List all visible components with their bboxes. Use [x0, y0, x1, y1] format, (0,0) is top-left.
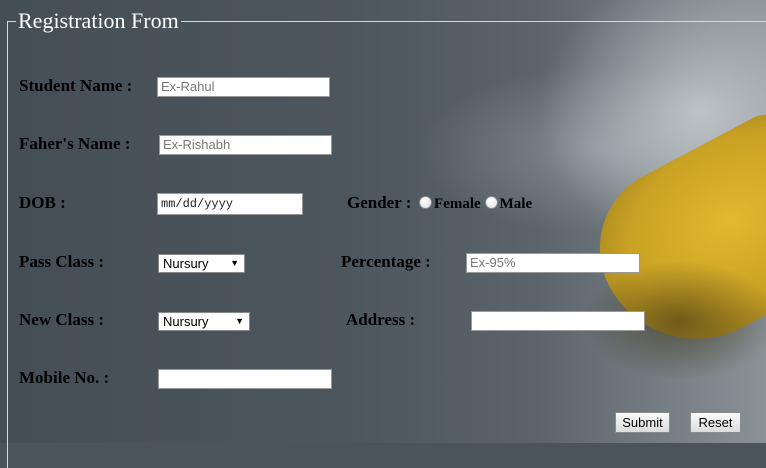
chevron-down-icon: ▼	[235, 316, 244, 326]
address-label: Address :	[346, 310, 416, 329]
gender-female-radio[interactable]	[419, 196, 432, 209]
dob-input[interactable]: mm/dd/yyyy	[157, 193, 303, 215]
student-name-label: Student Name :	[19, 76, 133, 95]
mobile-label: Mobile No. :	[19, 368, 110, 387]
reset-button[interactable]: Reset	[690, 412, 741, 433]
father-name-input[interactable]: Ex-Rishabh	[159, 135, 332, 155]
address-input[interactable]	[471, 311, 645, 331]
submit-button[interactable]: Submit	[615, 412, 670, 433]
pass-class-label: Pass Class :	[19, 252, 105, 271]
father-name-label: Faher's Name :	[19, 134, 131, 153]
gender-male-radio[interactable]	[484, 196, 498, 209]
new-class-label: New Class :	[19, 310, 104, 329]
dob-label: DOB :	[19, 193, 66, 212]
gender-female-label: Female	[434, 196, 481, 212]
new-class-selected-value: Nursury	[163, 314, 209, 329]
mobile-input[interactable]	[158, 369, 332, 389]
chevron-down-icon: ▼	[230, 258, 239, 268]
form-legend: Registration From	[18, 8, 179, 33]
gender-male-label: Male	[499, 196, 533, 212]
pass-class-select[interactable]: Nursury ▼	[158, 254, 245, 273]
student-name-input[interactable]: Ex-Rahul	[157, 77, 330, 97]
gender-label: Gender :	[347, 193, 412, 212]
percentage-label: Percentage :	[341, 252, 431, 271]
new-class-select[interactable]: Nursury ▼	[158, 312, 250, 331]
pass-class-selected-value: Nursury	[163, 256, 209, 271]
gender-radio-group: Female Male	[419, 195, 532, 213]
percentage-input[interactable]: Ex-95%	[466, 253, 640, 273]
